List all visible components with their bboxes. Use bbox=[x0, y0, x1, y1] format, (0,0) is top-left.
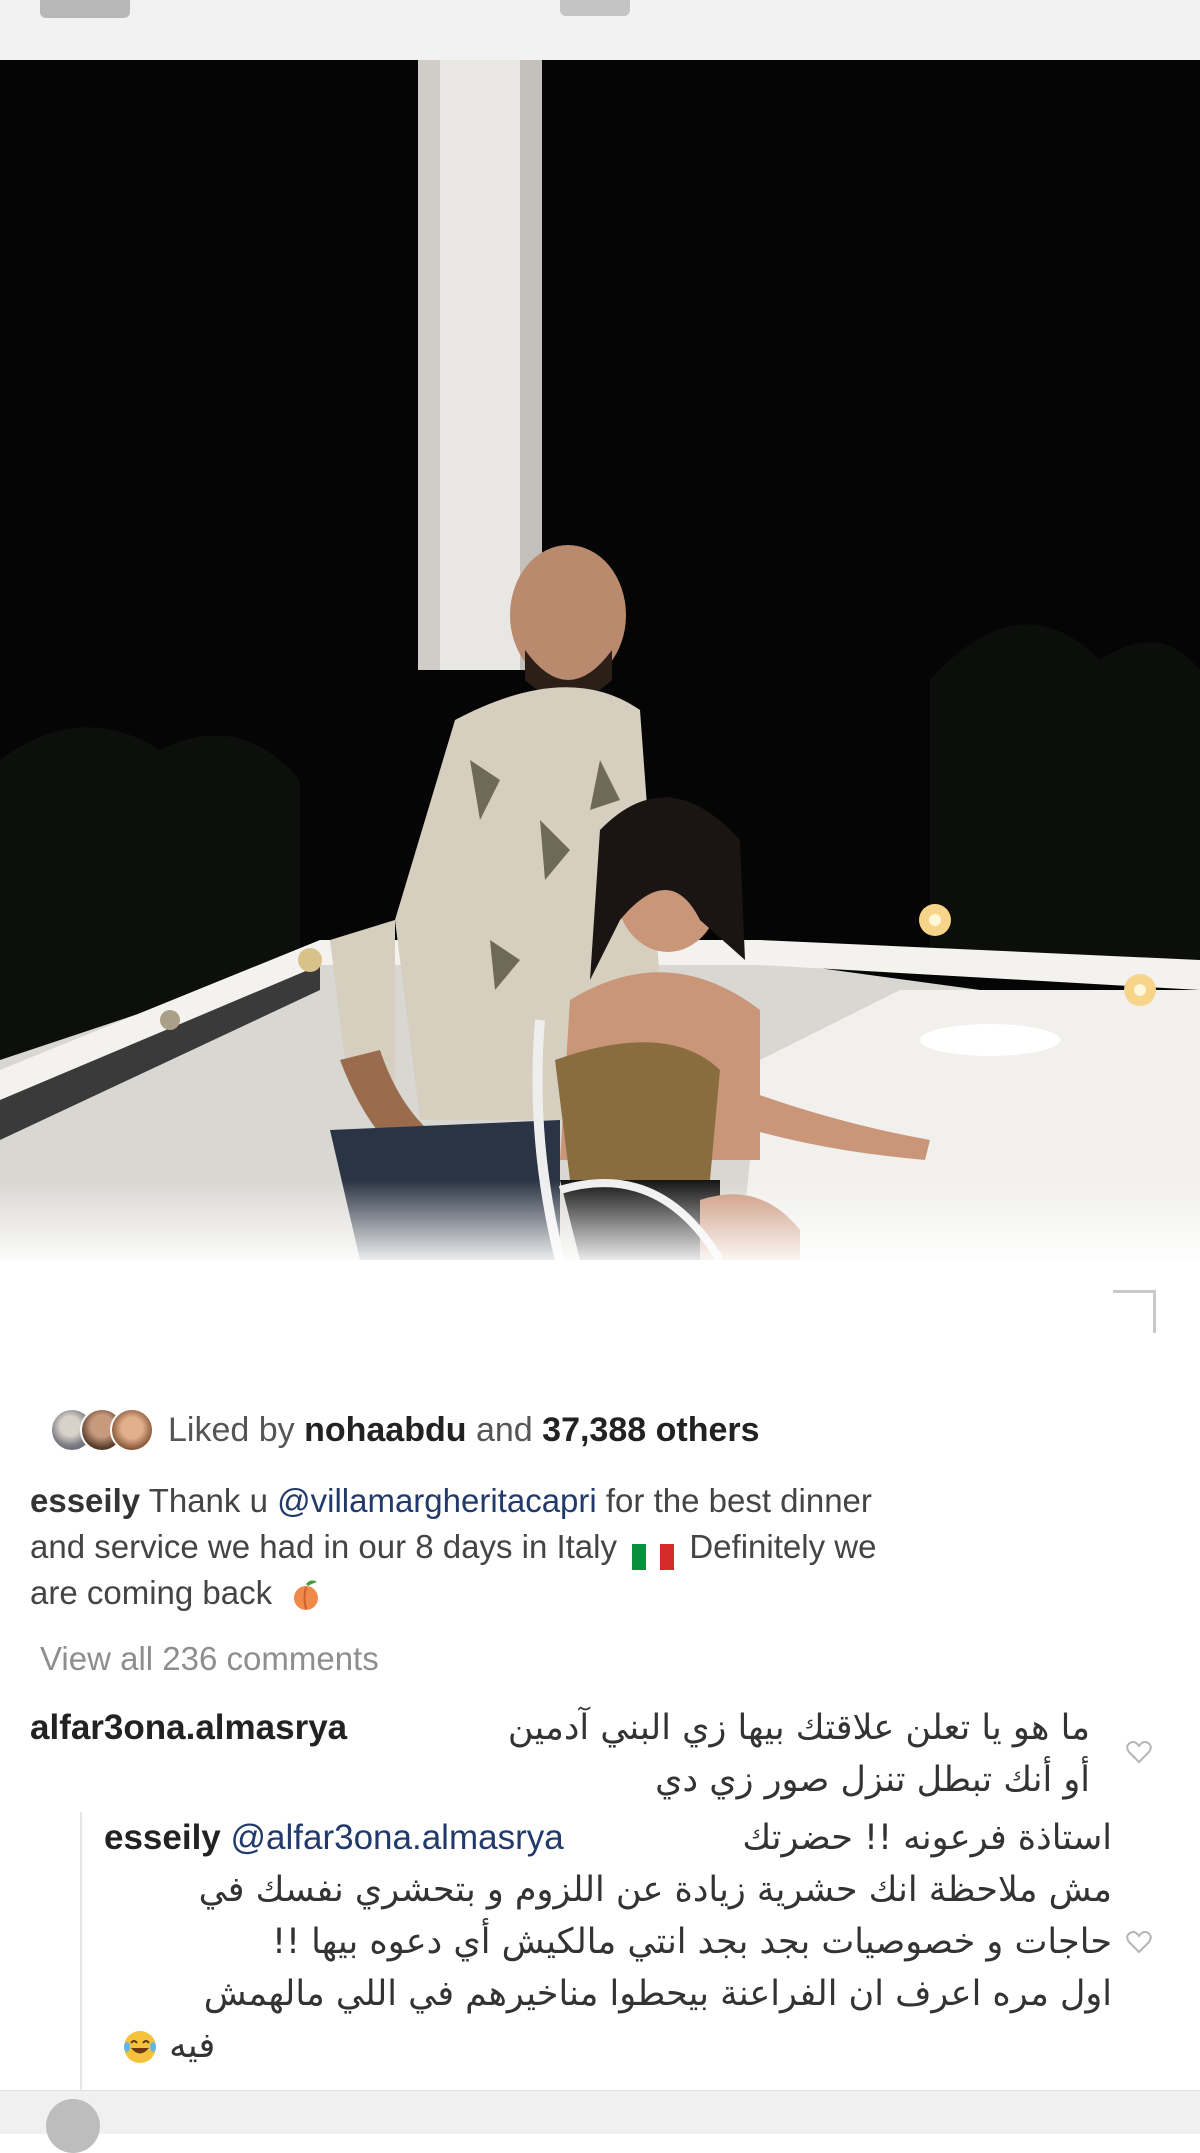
reply-text-head: استاذة فرعونه !! حضرتك bbox=[742, 1818, 1112, 1858]
likes-count[interactable]: 37,388 others bbox=[542, 1411, 759, 1449]
heart-icon[interactable] bbox=[1126, 1740, 1152, 1764]
likes-summary[interactable]: Liked by nohaabdu and 37,388 others bbox=[168, 1411, 760, 1450]
heart-icon[interactable] bbox=[1126, 1930, 1152, 1954]
liker-username[interactable]: nohaabdu bbox=[304, 1411, 466, 1449]
comment-text-line1: ما هو يا تعلن علاقتك بيها زي البني آدمين bbox=[507, 1708, 1090, 1748]
likes-row[interactable]: Liked by nohaabdu and 37,388 others bbox=[50, 1402, 760, 1458]
next-comment-edge bbox=[0, 2090, 1200, 2153]
comment-reply: esseily @alfar3ona.almasrya استاذة فرعون… bbox=[80, 1812, 1112, 2094]
post-photo[interactable] bbox=[0, 60, 1200, 1260]
post-caption: esseily Thank u @villamargheritacapri fo… bbox=[30, 1482, 877, 1611]
view-all-comments-link[interactable]: View all 236 comments bbox=[40, 1640, 379, 1678]
reply-text-line3: حاجات و خصوصيات بجد بجد انتي مالكيش أي د… bbox=[271, 1922, 1112, 1962]
reply-text-line2: مش ملاحظة انك حشرية زيادة عن اللزوم و بت… bbox=[198, 1870, 1112, 1910]
reply-username[interactable]: esseily bbox=[104, 1818, 221, 1857]
comment-username[interactable]: alfar3ona.almasrya bbox=[30, 1702, 347, 1754]
italy-flag-icon bbox=[632, 1536, 675, 1571]
reply-text-line4: اول مره اعرف ان الفراعنة بيحطوا مناخيرهم… bbox=[203, 1974, 1112, 2014]
photo-scene bbox=[0, 60, 1200, 1260]
avatar[interactable] bbox=[46, 2099, 100, 2153]
comment: alfar3ona.almasrya ما هو يا تعلن علاقتك … bbox=[30, 1702, 1090, 1806]
caption-mention[interactable]: @villamargheritacapri bbox=[277, 1482, 597, 1519]
peach-icon bbox=[294, 1580, 319, 1611]
previous-post-edge bbox=[0, 0, 1200, 61]
tears-of-joy-icon bbox=[124, 2031, 156, 2063]
avatar[interactable] bbox=[110, 1408, 154, 1452]
reply-text-line5: فيه bbox=[169, 2026, 216, 2066]
photo-frame-corner bbox=[1113, 1290, 1156, 1333]
comment-text-line2: أو أنك تبطل تنزل صور زي دي bbox=[655, 1760, 1090, 1800]
caption-username[interactable]: esseily bbox=[30, 1482, 140, 1519]
liker-avatars[interactable] bbox=[50, 1408, 154, 1452]
photo-fade bbox=[0, 1180, 1200, 1290]
reply-mention[interactable]: @alfar3ona.almasrya bbox=[231, 1818, 564, 1857]
